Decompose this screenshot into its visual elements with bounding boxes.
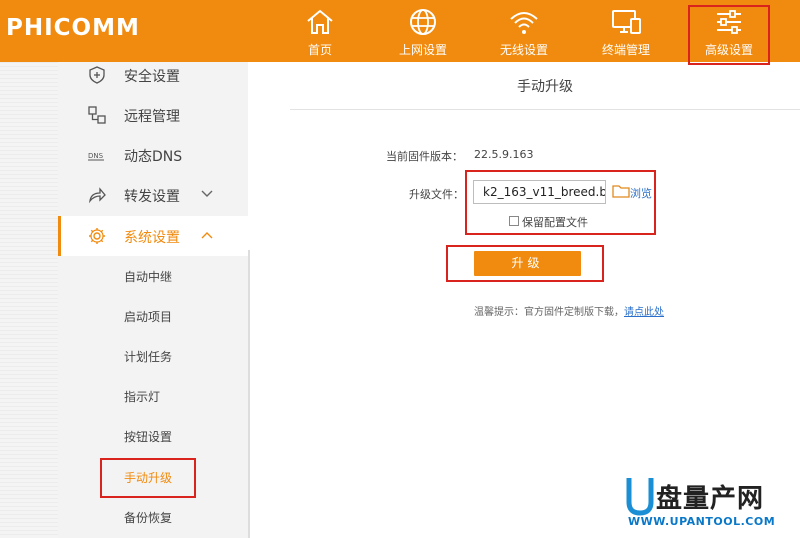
nav-home-label: 首页 <box>307 43 332 57</box>
sub-item-label: 自动中继 <box>124 270 173 284</box>
wifi-icon <box>510 12 538 34</box>
nav-internet[interactable]: 上网设置 <box>373 0 473 62</box>
svg-text:DNS: DNS <box>88 152 104 160</box>
sidebar-item-security[interactable]: 安全设置 <box>58 55 248 95</box>
page-title: 手动升级 <box>517 79 573 95</box>
upgrade-button-highlight <box>446 245 604 282</box>
nav-advanced-highlight <box>688 5 770 65</box>
nav-devices-label: 终端管理 <box>601 43 650 57</box>
title-divider <box>290 109 800 110</box>
sidebar-item-system[interactable]: 系统设置 <box>58 216 248 256</box>
gear-icon <box>89 228 105 244</box>
sidebar-item-label: 安全设置 <box>124 69 180 85</box>
upgrade-file-label: 升级文件： <box>409 188 464 201</box>
sub-item-label: 指示灯 <box>124 390 161 404</box>
sidebar-item-label: 动态DNS <box>124 149 183 165</box>
shield-icon <box>89 66 105 84</box>
sub-item-button-settings[interactable]: 按钮设置 <box>58 416 248 456</box>
nav-home[interactable]: 首页 <box>270 0 370 62</box>
home-icon <box>307 9 333 34</box>
sub-item-label: 备份恢复 <box>124 511 173 525</box>
sub-item-backup-restore[interactable]: 备份恢复 <box>58 497 248 537</box>
firmware-version-value: 22.5.9.163 <box>474 148 534 161</box>
forward-icon <box>89 187 106 204</box>
sub-item-label: 计划任务 <box>124 350 173 364</box>
manual-upgrade-highlight <box>100 458 196 498</box>
chevron-down-icon <box>201 190 213 197</box>
firmware-version-label: 当前固件版本： <box>386 150 463 163</box>
chevron-up-icon <box>201 232 213 239</box>
devices-icon <box>612 10 641 34</box>
dns-icon: DNS <box>88 152 104 161</box>
watermark-url: WWW.UPANTOOL.COM <box>628 515 776 528</box>
sub-item-schedule[interactable]: 计划任务 <box>58 336 248 376</box>
watermark-brand: 盘量产网 <box>656 484 765 514</box>
sub-item-auto-relay[interactable]: 自动中继 <box>58 256 248 296</box>
remote-icon <box>88 106 106 124</box>
brand-logo: PHICOMM <box>6 15 140 41</box>
active-indicator <box>58 216 61 256</box>
globe-icon <box>410 9 436 35</box>
tip-message: 温馨提示：官方固件定制版下载， <box>474 307 624 318</box>
sidebar-item-forward[interactable]: 转发设置 <box>58 175 248 215</box>
sub-item-label: 按钮设置 <box>124 430 173 444</box>
nav-wireless[interactable]: 无线设置 <box>474 0 574 62</box>
sidebar-scrollbar[interactable] <box>248 250 250 538</box>
watermark-logo <box>626 478 654 516</box>
sub-item-indicator[interactable]: 指示灯 <box>58 376 248 416</box>
nav-wireless-label: 无线设置 <box>499 43 548 57</box>
sidebar-item-ddns[interactable]: DNS 动态DNS <box>58 135 248 175</box>
sidebar-item-label: 转发设置 <box>124 189 180 205</box>
file-section-highlight <box>465 170 656 235</box>
sidebar-item-remote[interactable]: 远程管理 <box>58 95 248 135</box>
tip-text: 温馨提示：官方固件定制版下载，请点此处 <box>474 303 664 318</box>
sub-item-startup[interactable]: 启动项目 <box>58 296 248 336</box>
sidebar-item-label: 远程管理 <box>124 109 180 125</box>
left-background-strip <box>0 62 58 538</box>
nav-internet-label: 上网设置 <box>398 43 447 57</box>
top-header: PHICOMM 首页 上网设置 无线设置 终端管理 高级设置 <box>0 0 800 62</box>
nav-devices[interactable]: 终端管理 <box>576 0 676 62</box>
sidebar-item-label: 系统设置 <box>124 230 180 246</box>
tip-download-link[interactable]: 请点此处 <box>624 307 664 318</box>
sub-item-label: 启动项目 <box>124 310 173 324</box>
